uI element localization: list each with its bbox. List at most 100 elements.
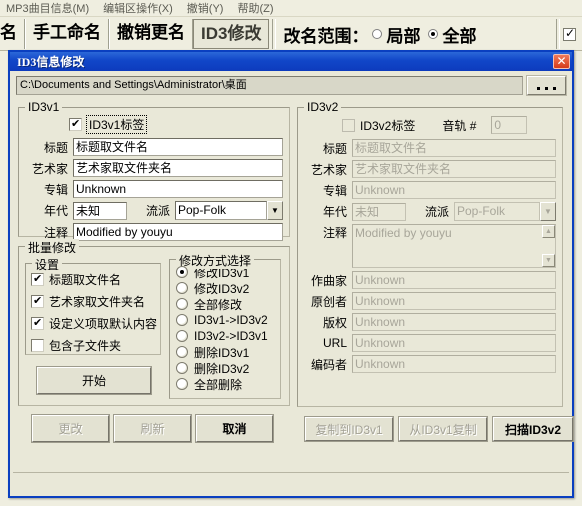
close-icon[interactable]: ✕ — [553, 54, 570, 69]
checkbox-artist-from-folder[interactable] — [31, 294, 44, 309]
track-number-input[interactable]: 0 — [491, 116, 528, 134]
menu-item-mp3-info[interactable]: MP3曲目信息(M) — [6, 0, 89, 16]
browse-button[interactable] — [526, 75, 567, 96]
id3v1-genre-select[interactable]: Pop-Folk ▼ — [175, 201, 283, 220]
id3v1-artist-label: 艺术家 — [31, 161, 68, 176]
id3v1-tag-checkbox-row[interactable]: ID3v1标签 — [69, 115, 283, 134]
rename-scope-label: 改名范围： — [283, 26, 369, 46]
batch-setting-default-content[interactable]: 设定义项取默认内容 — [31, 315, 160, 332]
id3v2-url-input[interactable]: Unknown — [352, 334, 556, 352]
id3v2-copyright-row: 版权 Unknown — [300, 313, 556, 331]
toolbar-button-undo-rename[interactable]: 撤销更名 — [109, 19, 193, 49]
radio-modify-all[interactable]: 全部修改 — [176, 296, 280, 312]
id3v2-album-input[interactable]: Unknown — [352, 181, 556, 199]
radio-delete-id3v2-label: 删除ID3v2 — [194, 361, 250, 376]
checkbox-default-content[interactable] — [31, 316, 44, 331]
radio-indicator — [176, 362, 188, 374]
chevron-down-icon[interactable]: ▼ — [267, 201, 283, 220]
id3v2-genre-value: Pop-Folk — [454, 202, 540, 221]
id3v2-copyright-input[interactable]: Unknown — [352, 313, 556, 331]
copy-from-id3v1-button[interactable]: 从ID3v1复制 — [398, 416, 488, 442]
id3v1-title-input[interactable]: 标题取文件名 — [73, 138, 283, 156]
id3v1-comment-input[interactable]: Modified by youyu — [73, 223, 283, 241]
dialog-titlebar[interactable]: ID3信息修改 ✕ — [10, 52, 572, 71]
cancel-button[interactable]: 取消 — [195, 414, 274, 443]
radio-delete-all[interactable]: 全部删除 — [176, 376, 280, 392]
id3v2-composer-row: 作曲家 Unknown — [300, 271, 556, 289]
id3v1-year-genre-row: 年代 未知 流派 Pop-Folk ▼ — [21, 201, 283, 220]
id3v2-encoder-input[interactable]: Unknown — [352, 355, 556, 373]
id3-edit-dialog: ID3信息修改 ✕ C:\Documents and Settings\Admi… — [8, 50, 574, 498]
id3v1-tag-checkbox-label: ID3v1标签 — [85, 115, 148, 134]
scope-radio-all[interactable]: 全部 — [428, 22, 476, 47]
id3v1-genre-value: Pop-Folk — [175, 201, 267, 220]
folder-path-input[interactable]: C:\Documents and Settings\Administrator\… — [16, 76, 523, 95]
dialog-title: ID3信息修改 — [17, 55, 85, 69]
batch-settings-group: 设置 标题取文件名 艺术家取文件夹名 设定义项取默认内容 — [25, 256, 161, 355]
toolbar-button-id3-edit[interactable]: ID3修改 — [193, 19, 270, 49]
id3v2-year-input[interactable]: 未知 — [352, 202, 406, 221]
scroll-up-icon[interactable]: ▲ — [542, 225, 555, 238]
batch-mode-group: 修改方式选择 修改ID3v1 修改ID3v2 全部修改 ID3v1->ID3v2… — [169, 252, 281, 399]
batch-setting-artist-from-folder[interactable]: 艺术家取文件夹名 — [31, 293, 160, 310]
menu-item-undo[interactable]: 撤销(Y) — [187, 0, 224, 16]
checkbox-title-from-filename[interactable] — [31, 272, 44, 287]
batch-setting-include-subfolders[interactable]: 包含子文件夹 — [31, 337, 160, 354]
id3v1-year-input[interactable]: 未知 — [73, 201, 127, 220]
scroll-down-icon[interactable]: ▼ — [542, 254, 555, 267]
batch-group: 批量修改 设置 标题取文件名 艺术家取文件夹名 设定义项取默认内容 — [18, 239, 290, 406]
dialog-body: C:\Documents and Settings\Administrator\… — [10, 71, 574, 496]
radio-modify-all-label: 全部修改 — [194, 297, 243, 312]
refresh-button[interactable]: 刷新 — [113, 414, 192, 443]
id3v2-comment-textarea[interactable]: Modified by youyu ▲ ▼ — [352, 224, 556, 268]
radio-modify-id3v2-label: 修改ID3v2 — [194, 281, 250, 296]
chevron-down-icon[interactable]: ▼ — [540, 202, 556, 221]
id3v2-tag-checkbox[interactable] — [342, 118, 355, 132]
menu-item-edit-ops[interactable]: 编辑区操作(X) — [103, 0, 173, 16]
id3v2-title-label: 标题 — [322, 141, 347, 156]
id3v1-album-label: 专辑 — [43, 182, 68, 197]
checkbox-include-subfolders[interactable] — [31, 339, 44, 352]
id3v2-composer-input[interactable]: Unknown — [352, 271, 556, 289]
batch-mode-radio-list: 修改ID3v1 修改ID3v2 全部修改 ID3v1->ID3v2 ID3v2-… — [170, 260, 280, 392]
start-button[interactable]: 开始 — [36, 366, 152, 395]
toolbar-checkbox-right[interactable] — [563, 26, 576, 41]
scope-radio-partial[interactable]: 局部 — [372, 22, 420, 47]
radio-indicator — [176, 346, 188, 358]
id3v2-artist-input[interactable]: 艺术家取文件夹名 — [352, 160, 556, 178]
radio-v2-to-v1-label: ID3v2->ID3v1 — [194, 329, 268, 343]
checkbox-default-content-label: 设定义项取默认内容 — [49, 317, 158, 331]
radio-indicator — [176, 314, 188, 326]
apply-button[interactable]: 更改 — [31, 414, 110, 443]
id3v1-artist-input[interactable]: 艺术家取文件夹名 — [73, 159, 283, 177]
id3v2-genre-select[interactable]: Pop-Folk ▼ — [454, 202, 556, 221]
scan-id3v2-button[interactable]: 扫描ID3v2 — [492, 416, 574, 442]
radio-modify-id3v2[interactable]: 修改ID3v2 — [176, 280, 280, 296]
menu-bar: MP3曲目信息(M) 编辑区操作(X) 撤销(Y) 帮助(Z) — [0, 0, 582, 17]
toolbar-separator-right — [556, 19, 560, 49]
radio-delete-id3v1[interactable]: 删除ID3v1 — [176, 344, 280, 360]
id3v2-artist-row: 艺术家 艺术家取文件夹名 — [300, 160, 556, 178]
radio-v1-to-v2[interactable]: ID3v1->ID3v2 — [176, 312, 280, 328]
toolbar-button-partial[interactable]: 名 — [0, 19, 25, 49]
copy-to-id3v1-button[interactable]: 复制到ID3v1 — [304, 416, 394, 442]
id3v1-album-input[interactable]: Unknown — [73, 180, 283, 198]
radio-v2-to-v1[interactable]: ID3v2->ID3v1 — [176, 328, 280, 344]
radio-delete-id3v2[interactable]: 删除ID3v2 — [176, 360, 280, 376]
id3v2-title-input[interactable]: 标题取文件名 — [352, 139, 556, 157]
id3v2-composer-label: 作曲家 — [310, 273, 347, 288]
browse-dot — [537, 87, 540, 90]
menu-item-help[interactable]: 帮助(Z) — [237, 0, 273, 16]
id3v2-album-label: 专辑 — [322, 183, 347, 198]
id3v2-originator-input[interactable]: Unknown — [352, 292, 556, 310]
id3v2-tag-checkbox-row[interactable]: ID3v2标签 音轨 # 0 — [342, 116, 556, 134]
radio-indicator — [176, 266, 188, 278]
batch-setting-title-from-filename[interactable]: 标题取文件名 — [31, 271, 160, 288]
browse-dot — [553, 87, 556, 90]
path-row: C:\Documents and Settings\Administrator\… — [16, 75, 567, 96]
id3v1-tag-checkbox[interactable] — [69, 117, 82, 132]
toolbar-button-manual-rename[interactable]: 手工命名 — [25, 19, 109, 49]
radio-indicator — [176, 298, 188, 310]
checkbox-include-subfolders-label: 包含子文件夹 — [49, 339, 122, 353]
comment-scrollbar[interactable]: ▲ ▼ — [542, 225, 555, 267]
